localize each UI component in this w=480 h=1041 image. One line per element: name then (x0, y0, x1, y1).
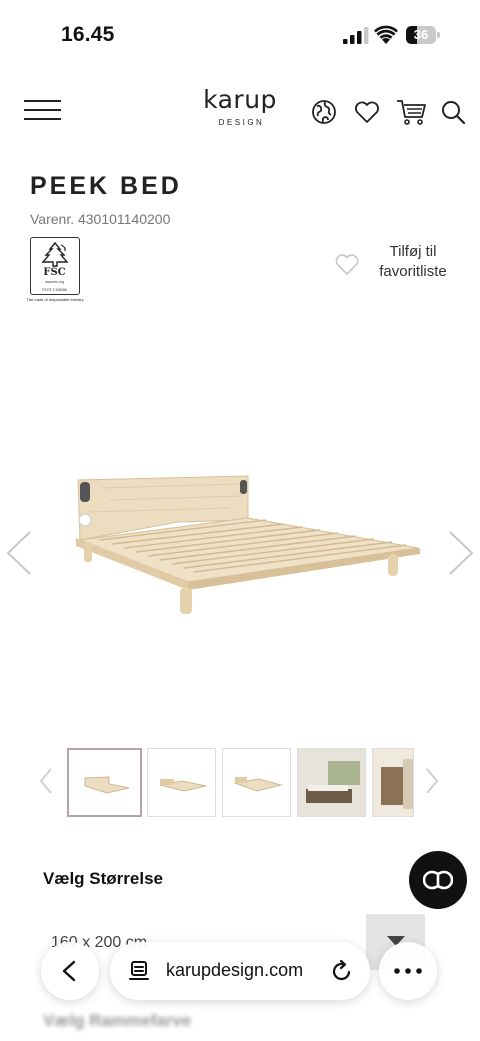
thumbnails-next-icon[interactable] (424, 767, 440, 795)
size-label: Vælg Størrelse (43, 869, 163, 888)
thumbnail-2[interactable] (147, 748, 216, 817)
menu-button[interactable] (24, 98, 62, 122)
thumbnail-1[interactable] (67, 748, 142, 817)
chat-button[interactable] (409, 851, 467, 909)
reader-mode-icon[interactable] (128, 960, 150, 982)
thumbnail-3[interactable] (222, 748, 291, 817)
reload-icon[interactable] (330, 959, 354, 983)
fsc-badge: FSC www.fsc.org FSC® C108386 The mark of… (26, 237, 84, 310)
battery-icon: 36 (406, 26, 440, 44)
favorite-label-line1: Tilføj til (389, 243, 437, 260)
bed-product-image (76, 475, 420, 614)
add-to-favorites-button[interactable]: Tilføj til favoritliste (332, 242, 462, 286)
favorite-label-line2: favoritliste (379, 263, 447, 280)
heart-outline-icon (335, 254, 359, 275)
wifi-icon (374, 25, 398, 44)
status-bar: 16.45 36 (0, 0, 480, 70)
cellular-signal-icon (343, 27, 369, 44)
browser-back-button[interactable] (41, 942, 99, 1000)
fsc-tree-icon (41, 241, 69, 267)
back-arrow-icon (62, 960, 76, 982)
thumbnails-prev-icon[interactable] (38, 767, 54, 795)
browser-toolbar: karupdesign.com (0, 936, 480, 1006)
fsc-label: FSC (43, 267, 66, 278)
site-header: karup DESIGN (0, 80, 480, 140)
thumbnail-4[interactable] (297, 748, 366, 817)
chevron-right-icon[interactable] (446, 530, 476, 576)
address-bar[interactable]: karupdesign.com (110, 942, 370, 1000)
browser-more-button[interactable] (379, 942, 437, 1000)
more-dots-icon (394, 968, 422, 974)
fsc-caption: The mark of responsible forestry (26, 297, 84, 302)
chevron-left-icon[interactable] (4, 530, 34, 576)
product-image-carousel[interactable] (0, 430, 480, 650)
fsc-code: FSC® C108386 (42, 288, 67, 292)
thumbnail-5[interactable] (372, 748, 414, 817)
logo-wordmark: karup (203, 85, 277, 114)
fsc-url: www.fsc.org (45, 280, 64, 284)
chat-icon (423, 870, 453, 890)
url-text: karupdesign.com (166, 960, 304, 980)
product-sku: Varenr. 430101140200 (30, 211, 171, 227)
favorite-label: Tilføj til favoritliste (364, 242, 462, 282)
globe-icon[interactable] (310, 98, 338, 126)
battery-level: 36 (413, 27, 429, 42)
search-icon[interactable] (439, 98, 467, 126)
cart-icon[interactable] (396, 98, 428, 126)
thumbnail-strip (0, 745, 480, 820)
status-time: 16.45 (61, 23, 115, 46)
heart-icon[interactable] (353, 98, 381, 126)
product-title: PEEK BED (30, 172, 182, 200)
frame-color-label: Vælg Rammefarve (43, 1011, 192, 1030)
logo-subtitle: DESIGN (218, 118, 265, 127)
karup-logo[interactable]: karup DESIGN (195, 85, 285, 128)
